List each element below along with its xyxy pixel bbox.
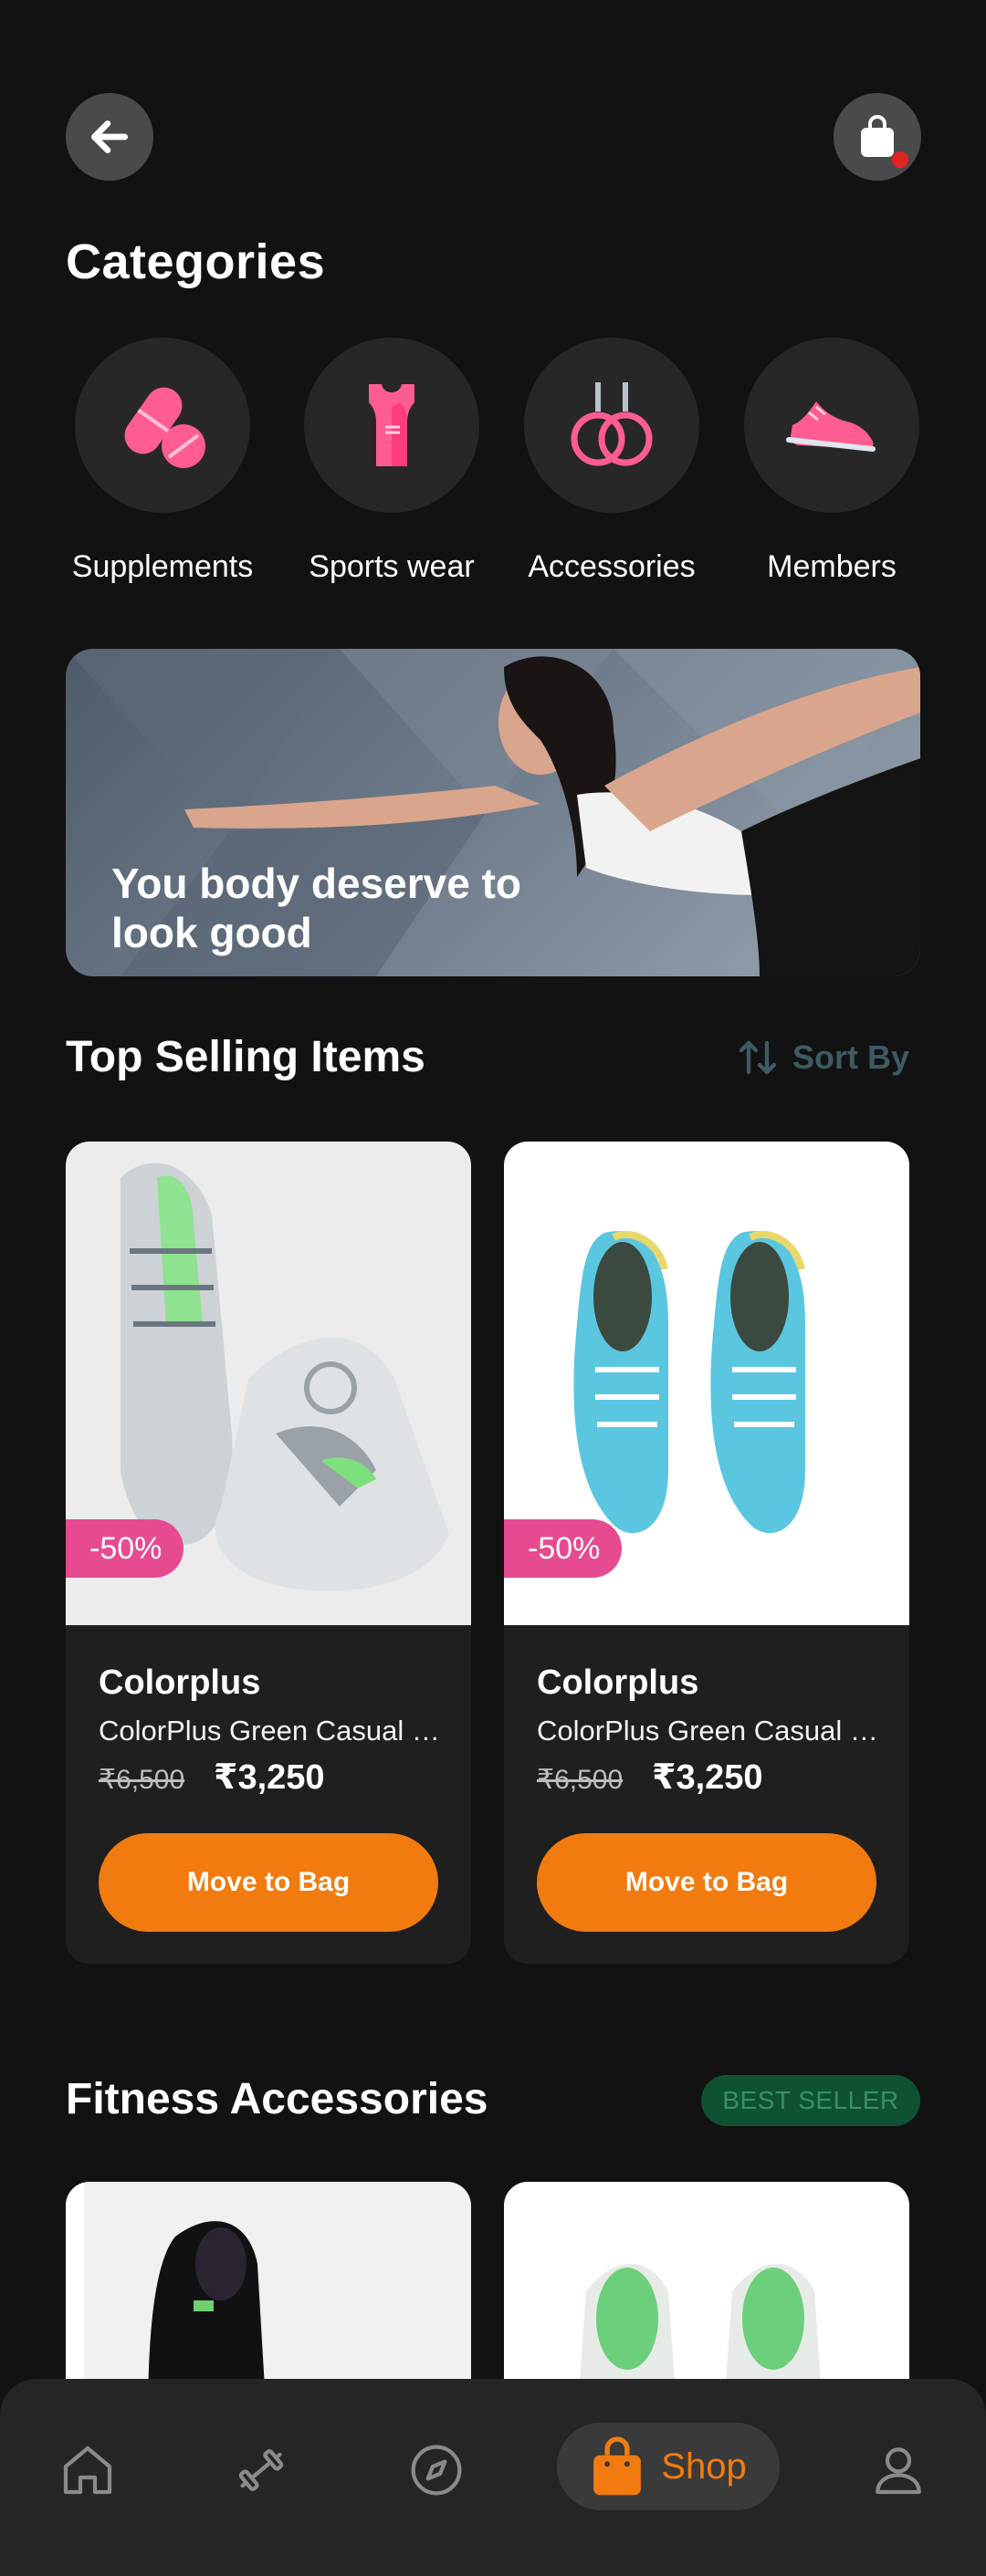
sneaker-icon	[786, 402, 876, 452]
nav-home[interactable]	[51, 2434, 124, 2507]
home-icon	[63, 2446, 112, 2495]
bottom-navigation: Shop	[0, 2379, 986, 2576]
product-name: ColorPlus Green Casual Sneakers	[99, 1715, 446, 1747]
user-icon	[876, 2447, 921, 2495]
original-price: ₹6,500	[99, 1765, 185, 1795]
back-button[interactable]	[66, 93, 153, 181]
nav-profile[interactable]	[862, 2434, 935, 2507]
gym-rings-icon	[571, 382, 653, 466]
compass-icon	[411, 2445, 462, 2496]
nav-workout[interactable]	[225, 2434, 298, 2507]
bag-button[interactable]	[834, 93, 921, 181]
move-to-bag-button[interactable]: Move to Bag	[99, 1833, 438, 1932]
product-card[interactable]: -50% Colorplus ColorPlus Green Casual Sn…	[66, 1142, 471, 1964]
product-image: -50%	[504, 1142, 909, 1625]
shopping-bag-icon	[593, 2436, 642, 2496]
category-supplements[interactable]	[75, 338, 250, 513]
nav-shop[interactable]: Shop	[557, 2423, 780, 2510]
promo-banner[interactable]: You body deserve to look good	[66, 649, 920, 976]
category-label-members: Members	[767, 549, 897, 584]
category-label-supplements: Supplements	[71, 549, 254, 584]
discount-badge: -50%	[66, 1519, 184, 1578]
fitness-accessories-title: Fitness Accessories	[66, 2075, 488, 2123]
sale-price: ₹3,250	[214, 1758, 325, 1797]
dumbbell-icon	[238, 2449, 284, 2491]
product-brand: Colorplus	[99, 1663, 261, 1702]
move-to-bag-button[interactable]: Move to Bag	[537, 1833, 876, 1932]
shopping-bag-icon	[861, 115, 894, 157]
categories-title: Categories	[66, 235, 326, 289]
product-name: ColorPlus Green Casual Sneakers	[537, 1715, 884, 1747]
best-seller-badge: BEST SELLER	[701, 2075, 920, 2126]
nav-explore[interactable]	[400, 2434, 473, 2507]
pills-icon	[124, 387, 205, 468]
category-sports-wear[interactable]	[304, 338, 479, 513]
sale-price: ₹3,250	[652, 1758, 763, 1797]
product-image: -50%	[66, 1142, 471, 1625]
category-members[interactable]	[744, 338, 919, 513]
original-price: ₹6,500	[537, 1765, 624, 1795]
tank-top-icon	[369, 384, 414, 466]
banner-headline: You body deserve to look good	[111, 860, 522, 956]
top-selling-title: Top Selling Items	[66, 1033, 425, 1081]
notification-dot	[892, 151, 908, 168]
category-label-sports-wear: Sports wear	[309, 549, 475, 584]
product-brand: Colorplus	[537, 1663, 699, 1702]
sort-by-button[interactable]: Sort By	[736, 1036, 909, 1079]
discount-badge: -50%	[504, 1519, 623, 1578]
sort-arrows-icon	[739, 1040, 777, 1075]
category-label-accessories: Accessories	[528, 549, 696, 584]
product-card[interactable]: -50% Colorplus ColorPlus Green Casual Sn…	[504, 1142, 909, 1964]
nav-shop-label: Shop	[661, 2446, 747, 2487]
arrow-left-icon	[91, 120, 129, 153]
sort-by-label: Sort By	[792, 1038, 910, 1076]
category-accessories[interactable]	[524, 338, 699, 513]
